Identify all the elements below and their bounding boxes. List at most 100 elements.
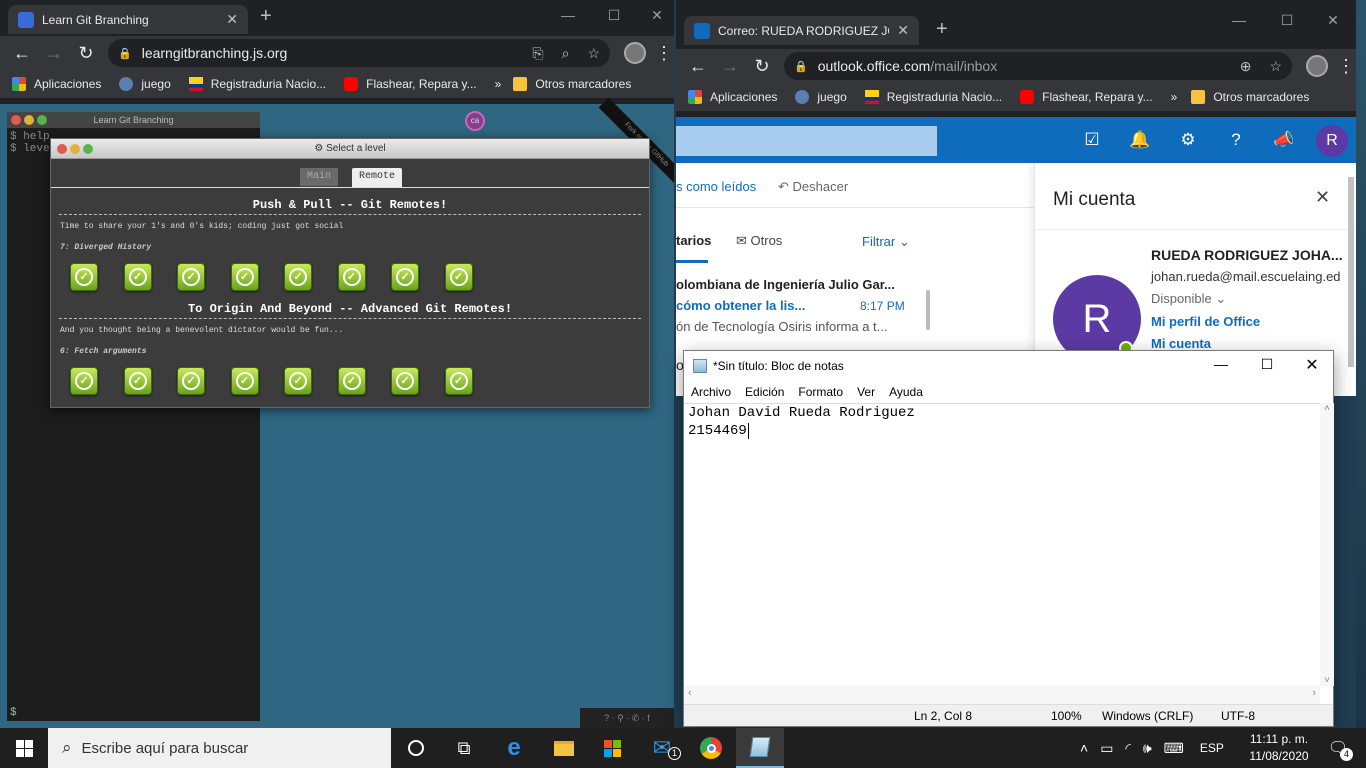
help-icon[interactable]: ?: [1212, 117, 1260, 163]
task-view-button[interactable]: ⧉: [440, 728, 488, 768]
my-account-link[interactable]: Mi cuenta: [1151, 336, 1211, 351]
level-complete-button[interactable]: ✓: [444, 367, 473, 395]
install-icon[interactable]: ⊕: [1240, 58, 1252, 75]
account-avatar[interactable]: R: [1316, 125, 1348, 157]
myday-icon[interactable]: ☑: [1068, 117, 1116, 163]
bookmark-flashear[interactable]: Flashear, Repara y...: [1020, 90, 1153, 104]
message-item[interactable]: olombiana de Ingeniería Julio Gar... cóm…: [676, 271, 926, 341]
search-box[interactable]: [676, 126, 937, 156]
notepad-taskbar-button[interactable]: [736, 728, 784, 768]
tab-remote[interactable]: Remote: [352, 168, 402, 187]
page-scrollbar[interactable]: [1348, 177, 1354, 367]
close-window-button[interactable]: ✕: [1289, 355, 1335, 375]
close-dot[interactable]: [57, 144, 67, 154]
bell-icon[interactable]: 🔔: [1116, 117, 1164, 163]
zoom-dot[interactable]: [83, 144, 93, 154]
chrome-button[interactable]: [687, 728, 735, 768]
status-dropdown[interactable]: Disponible ⌄: [1151, 291, 1226, 307]
back-icon[interactable]: ←: [6, 43, 38, 64]
scroll-down-icon[interactable]: ˅: [1320, 675, 1334, 686]
minimize-dot[interactable]: [70, 144, 80, 154]
filter-button[interactable]: Filtrar ⌄: [862, 234, 910, 250]
level-complete-button[interactable]: ✓: [391, 367, 419, 395]
level-complete-button[interactable]: ✓: [337, 263, 366, 291]
text-area[interactable]: Johan David Rueda Rodriguez 2154469: [684, 403, 1320, 686]
star-icon[interactable]: ☆: [587, 45, 600, 62]
tab-other[interactable]: ✉ Otros: [736, 233, 782, 249]
search-box[interactable]: ⌕ Escribe aquí para buscar: [48, 728, 391, 768]
minimize-button[interactable]: —: [545, 0, 591, 32]
action-center-button[interactable]: 🗨 4: [1318, 728, 1358, 768]
forward-icon[interactable]: →: [714, 56, 746, 77]
address-bar[interactable]: 🔒 outlook.office.com/mail/inbox ⊕ ☆: [784, 52, 1292, 80]
close-tab-icon[interactable]: ✕: [226, 11, 238, 28]
translate-icon[interactable]: ⎘: [532, 45, 543, 62]
keyboard-icon[interactable]: ⌨: [1164, 740, 1184, 757]
reload-icon[interactable]: ↻: [70, 43, 102, 64]
new-tab-button[interactable]: +: [936, 18, 948, 41]
list-scrollbar[interactable]: [926, 290, 930, 330]
menu-ayuda[interactable]: Ayuda: [882, 385, 930, 399]
settings-icon[interactable]: ⚙: [1164, 117, 1212, 163]
reload-icon[interactable]: ↻: [746, 56, 778, 77]
browser-tab[interactable]: Learn Git Branching ✕: [8, 5, 248, 34]
level-complete-button[interactable]: ✓: [284, 263, 312, 291]
bookmark-apps[interactable]: Aplicaciones: [688, 90, 777, 104]
level-complete-button[interactable]: ✓: [444, 263, 473, 291]
level-complete-button[interactable]: ✓: [123, 263, 152, 291]
menu-icon[interactable]: ⋮: [654, 43, 674, 64]
menu-ver[interactable]: Ver: [850, 385, 882, 399]
level-complete-button[interactable]: ✓: [337, 367, 366, 395]
level-complete-button[interactable]: ✓: [70, 263, 98, 291]
bookmark-other[interactable]: Otros marcadores: [513, 77, 631, 91]
new-tab-button[interactable]: +: [260, 5, 272, 28]
scroll-right-icon[interactable]: ›: [1312, 687, 1316, 699]
mark-read-command[interactable]: s como leídos: [676, 179, 756, 194]
close-tab-icon[interactable]: ✕: [897, 22, 909, 39]
volume-icon[interactable]: 🕪: [1143, 740, 1152, 757]
file-explorer-button[interactable]: [540, 728, 588, 768]
clock[interactable]: 11:11 p. m. 11/08/2020: [1246, 731, 1312, 765]
close-window-button[interactable]: ✕: [1310, 5, 1356, 37]
bookmark-other[interactable]: Otros marcadores: [1191, 90, 1309, 104]
level-complete-button[interactable]: ✓: [123, 367, 152, 395]
start-button[interactable]: [0, 728, 48, 768]
minimize-dot[interactable]: [24, 115, 34, 125]
menu-edicion[interactable]: Edición: [738, 385, 791, 399]
office-profile-link[interactable]: Mi perfil de Office: [1151, 314, 1260, 329]
battery-icon[interactable]: ▭: [1100, 740, 1113, 757]
tab-main[interactable]: Main: [300, 168, 338, 186]
edge-button[interactable]: e: [490, 728, 538, 768]
bookmark-juego[interactable]: juego: [795, 90, 847, 104]
horizontal-scrollbar[interactable]: ‹ ›: [684, 686, 1320, 704]
bookmarks-overflow[interactable]: »: [495, 77, 502, 91]
profile-avatar[interactable]: [624, 42, 646, 64]
menu-archivo[interactable]: Archivo: [684, 385, 738, 399]
level-complete-button[interactable]: ✓: [70, 367, 98, 395]
star-icon[interactable]: ☆: [1269, 58, 1282, 75]
bookmark-flashear[interactable]: Flashear, Repara y...: [344, 77, 477, 91]
maximize-button[interactable]: ☐: [591, 0, 637, 32]
menu-icon[interactable]: ⋮: [1336, 56, 1356, 77]
wifi-icon[interactable]: ◜: [1125, 740, 1130, 757]
menu-formato[interactable]: Formato: [791, 385, 850, 399]
cortana-button[interactable]: [392, 728, 440, 768]
zoom-dot[interactable]: [37, 115, 47, 125]
profile-avatar[interactable]: [1306, 55, 1328, 77]
store-button[interactable]: [588, 728, 636, 768]
maximize-button[interactable]: ☐: [1264, 5, 1310, 37]
forward-icon[interactable]: →: [38, 43, 70, 64]
scroll-up-icon[interactable]: ˄: [1320, 403, 1334, 414]
back-icon[interactable]: ←: [682, 56, 714, 77]
maximize-button[interactable]: ☐: [1244, 356, 1290, 373]
bookmarks-overflow[interactable]: »: [1171, 90, 1178, 104]
tab-focused[interactable]: tarios: [676, 233, 711, 248]
mail-button[interactable]: ✉ 1: [638, 728, 686, 768]
minimize-button[interactable]: —: [1216, 5, 1262, 37]
level-complete-button[interactable]: ✓: [284, 367, 312, 395]
minimize-button[interactable]: —: [1198, 356, 1244, 372]
address-bar[interactable]: 🔒 learngitbranching.js.org ⎘ ⌕ ☆: [108, 39, 610, 67]
bookmark-registraduria[interactable]: Registraduria Nacio...: [188, 77, 326, 91]
level-complete-button[interactable]: ✓: [177, 263, 205, 291]
zoom-icon[interactable]: ⌕: [562, 45, 570, 62]
